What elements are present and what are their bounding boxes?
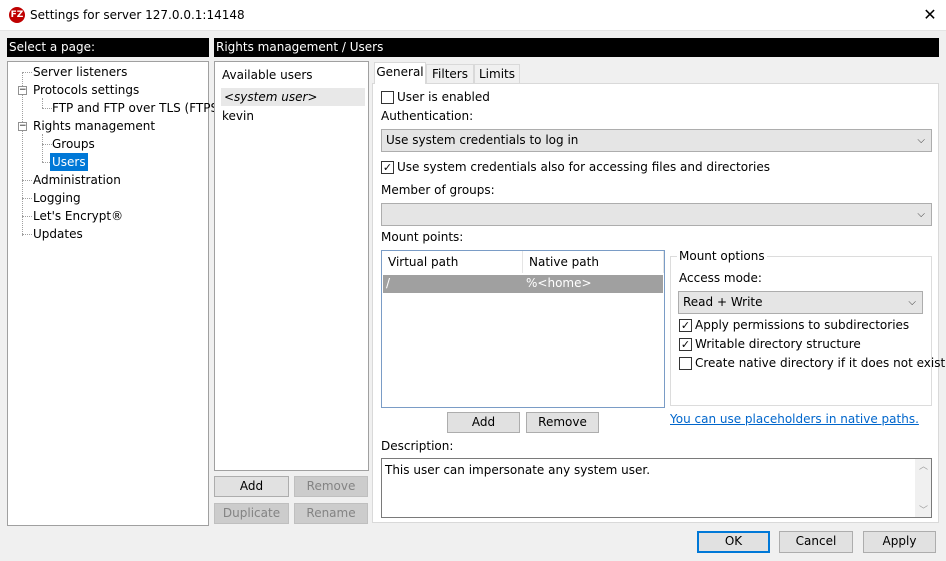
filezilla-app-icon: FZ bbox=[9, 7, 25, 23]
tree-item-updates[interactable]: Updates bbox=[33, 225, 83, 243]
member-of-groups-label: Member of groups: bbox=[381, 183, 495, 197]
tree-item-logging[interactable]: Logging bbox=[33, 189, 81, 207]
cell-native-path: %<home> bbox=[526, 276, 592, 290]
tab-general[interactable]: General bbox=[374, 62, 426, 84]
chevron-down-icon: ⌵ bbox=[908, 297, 916, 308]
authentication-label: Authentication: bbox=[381, 109, 474, 123]
add-user-button[interactable]: Add bbox=[214, 476, 289, 497]
tree-connector bbox=[42, 134, 43, 162]
user-enabled-checkbox[interactable] bbox=[381, 91, 394, 104]
access-mode-value: Read + Write bbox=[683, 295, 763, 309]
tree-connector bbox=[22, 72, 32, 73]
tree-item-administration[interactable]: Administration bbox=[33, 171, 121, 189]
tree-connector bbox=[22, 198, 32, 199]
column-header-native-path[interactable]: Native path bbox=[523, 251, 664, 273]
chevron-down-icon: ⌵ bbox=[917, 209, 925, 220]
cell-virtual-path: / bbox=[386, 276, 391, 290]
scroll-down-icon[interactable]: ﹀ bbox=[919, 503, 928, 516]
create-native-dir-checkbox[interactable] bbox=[679, 357, 692, 370]
select-page-header: Select a page: bbox=[7, 38, 209, 57]
description-textarea[interactable]: This user can impersonate any system use… bbox=[381, 458, 932, 518]
apply-permissions-checkbox[interactable]: ✓ bbox=[679, 319, 692, 332]
tree-item-lets-encrypt[interactable]: Let's Encrypt® bbox=[33, 207, 123, 225]
tree-item-users[interactable]: Users bbox=[50, 153, 88, 171]
page-tree[interactable]: − − Server listeners Protocols settings … bbox=[7, 61, 223, 526]
tree-item-ftp-ftps[interactable]: FTP and FTP over TLS (FTPS) bbox=[52, 99, 223, 117]
authentication-select[interactable]: Use system credentials to log in ⌵ bbox=[381, 129, 932, 152]
available-users-heading: Available users bbox=[222, 68, 313, 82]
ok-button[interactable]: OK bbox=[697, 531, 770, 553]
remove-user-button[interactable]: Remove bbox=[294, 476, 368, 497]
tree-connector bbox=[22, 180, 32, 181]
mount-points-label: Mount points: bbox=[381, 230, 464, 244]
tree-connector bbox=[42, 98, 43, 108]
tab-filters[interactable]: Filters bbox=[426, 64, 474, 84]
collapse-icon[interactable]: − bbox=[18, 122, 27, 131]
system-creds-checkbox[interactable]: ✓ bbox=[381, 161, 394, 174]
add-mount-point-button[interactable]: Add bbox=[447, 412, 520, 433]
user-enabled-label: User is enabled bbox=[397, 90, 490, 104]
tab-limits[interactable]: Limits bbox=[474, 64, 520, 84]
list-item-kevin[interactable]: kevin bbox=[222, 109, 254, 123]
mount-points-table[interactable]: Virtual path Native path / %<home> bbox=[381, 250, 665, 408]
content-header: Rights management / Users bbox=[214, 38, 939, 57]
rename-user-button[interactable]: Rename bbox=[294, 503, 368, 524]
placeholders-link[interactable]: You can use placeholders in native paths… bbox=[670, 412, 919, 426]
groups-select[interactable]: ⌵ bbox=[381, 203, 932, 226]
system-creds-label: Use system credentials also for accessin… bbox=[397, 160, 770, 174]
create-native-dir-label: Create native directory if it does not e… bbox=[695, 356, 946, 370]
general-tab-panel: User is enabled Authentication: Use syst… bbox=[372, 83, 945, 523]
description-value: This user can impersonate any system use… bbox=[385, 463, 651, 477]
apply-button[interactable]: Apply bbox=[863, 531, 936, 553]
mount-options-title: Mount options bbox=[677, 249, 767, 263]
chevron-down-icon: ⌵ bbox=[917, 135, 925, 146]
writable-directory-checkbox[interactable]: ✓ bbox=[679, 338, 692, 351]
remove-mount-point-button[interactable]: Remove bbox=[526, 412, 599, 433]
cancel-button[interactable]: Cancel bbox=[779, 531, 853, 553]
column-header-virtual-path[interactable]: Virtual path bbox=[382, 251, 523, 273]
apply-permissions-label: Apply permissions to subdirectories bbox=[695, 318, 910, 332]
collapse-icon[interactable]: − bbox=[18, 86, 27, 95]
description-label: Description: bbox=[381, 439, 454, 453]
tree-item-protocols-settings[interactable]: Protocols settings bbox=[33, 81, 139, 99]
tree-item-rights-management[interactable]: Rights management bbox=[33, 117, 155, 135]
tree-connector bbox=[42, 108, 52, 109]
access-mode-label: Access mode: bbox=[679, 271, 762, 285]
description-scrollbar[interactable]: ︿ ﹀ bbox=[915, 459, 931, 517]
window-title: Settings for server 127.0.0.1:14148 bbox=[30, 8, 245, 22]
tree-connector bbox=[22, 216, 32, 217]
list-item-system-user[interactable]: <system user> bbox=[224, 90, 317, 104]
duplicate-user-button[interactable]: Duplicate bbox=[214, 503, 289, 524]
tree-item-server-listeners[interactable]: Server listeners bbox=[33, 63, 127, 81]
tree-item-groups[interactable]: Groups bbox=[52, 135, 95, 153]
table-row[interactable]: / %<home> bbox=[383, 275, 663, 293]
tree-connector bbox=[22, 72, 23, 236]
users-list[interactable]: Available users <system user> kevin bbox=[214, 61, 369, 471]
tree-connector bbox=[22, 234, 32, 235]
tree-connector bbox=[42, 144, 52, 145]
authentication-value: Use system credentials to log in bbox=[386, 133, 579, 147]
access-mode-select[interactable]: Read + Write ⌵ bbox=[678, 291, 923, 314]
scroll-up-icon[interactable]: ︿ bbox=[919, 459, 928, 472]
writable-directory-label: Writable directory structure bbox=[695, 337, 861, 351]
close-icon[interactable]: ✕ bbox=[918, 4, 942, 26]
